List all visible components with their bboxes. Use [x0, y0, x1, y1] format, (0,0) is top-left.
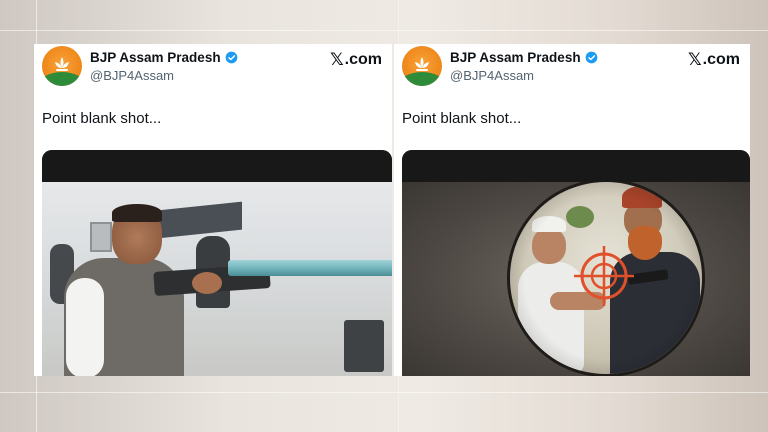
man-shirt — [66, 278, 104, 376]
account-handle[interactable]: @BJP4Assam — [90, 68, 174, 83]
man-hand — [192, 272, 222, 294]
post-media[interactable] — [42, 150, 392, 376]
scope-vignette — [510, 182, 702, 374]
decorative-frame-bottom — [0, 392, 768, 393]
man-hair — [112, 204, 162, 222]
post-header: BJP Assam Pradesh @BJP4Assam 𝕏 .com — [402, 46, 740, 90]
post-card-left: BJP Assam Pradesh @BJP4Assam 𝕏 .com Poin… — [34, 44, 392, 376]
x-logo-icon: 𝕏 — [329, 50, 344, 70]
x-logo-icon: 𝕏 — [687, 50, 702, 70]
media-top-bar — [402, 150, 750, 182]
avatar[interactable] — [42, 46, 82, 86]
wall-frame — [90, 222, 112, 252]
name-row: BJP Assam Pradesh — [450, 50, 598, 65]
account-name[interactable]: BJP Assam Pradesh — [450, 50, 581, 65]
post-media[interactable] — [402, 150, 750, 376]
rifle-barrel — [228, 260, 392, 276]
post-text: Point blank shot... — [42, 110, 162, 127]
avatar[interactable] — [402, 46, 442, 86]
site-label: .com — [344, 51, 382, 68]
decorative-frame-top — [0, 30, 768, 31]
post-text: Point blank shot... — [402, 110, 522, 127]
name-row: BJP Assam Pradesh — [90, 50, 238, 65]
post-card-right: BJP Assam Pradesh @BJP4Assam 𝕏 .com Poin… — [394, 44, 750, 376]
lotus-icon — [55, 57, 69, 71]
site-watermark: 𝕏 .com — [330, 50, 382, 70]
scope-illustration — [402, 182, 750, 376]
post-header: BJP Assam Pradesh @BJP4Assam 𝕏 .com — [42, 46, 382, 90]
rifle-photo — [42, 182, 392, 376]
wall-banner — [158, 201, 242, 239]
site-watermark: 𝕏 .com — [688, 50, 740, 70]
rifle-stand — [344, 320, 384, 372]
verified-badge-icon — [585, 51, 597, 64]
account-handle[interactable]: @BJP4Assam — [450, 68, 534, 83]
lotus-icon — [415, 57, 429, 71]
scope-view — [510, 182, 702, 374]
site-label: .com — [702, 51, 740, 68]
verified-badge-icon — [225, 51, 237, 64]
account-name[interactable]: BJP Assam Pradesh — [90, 50, 221, 65]
media-top-bar — [42, 150, 392, 182]
